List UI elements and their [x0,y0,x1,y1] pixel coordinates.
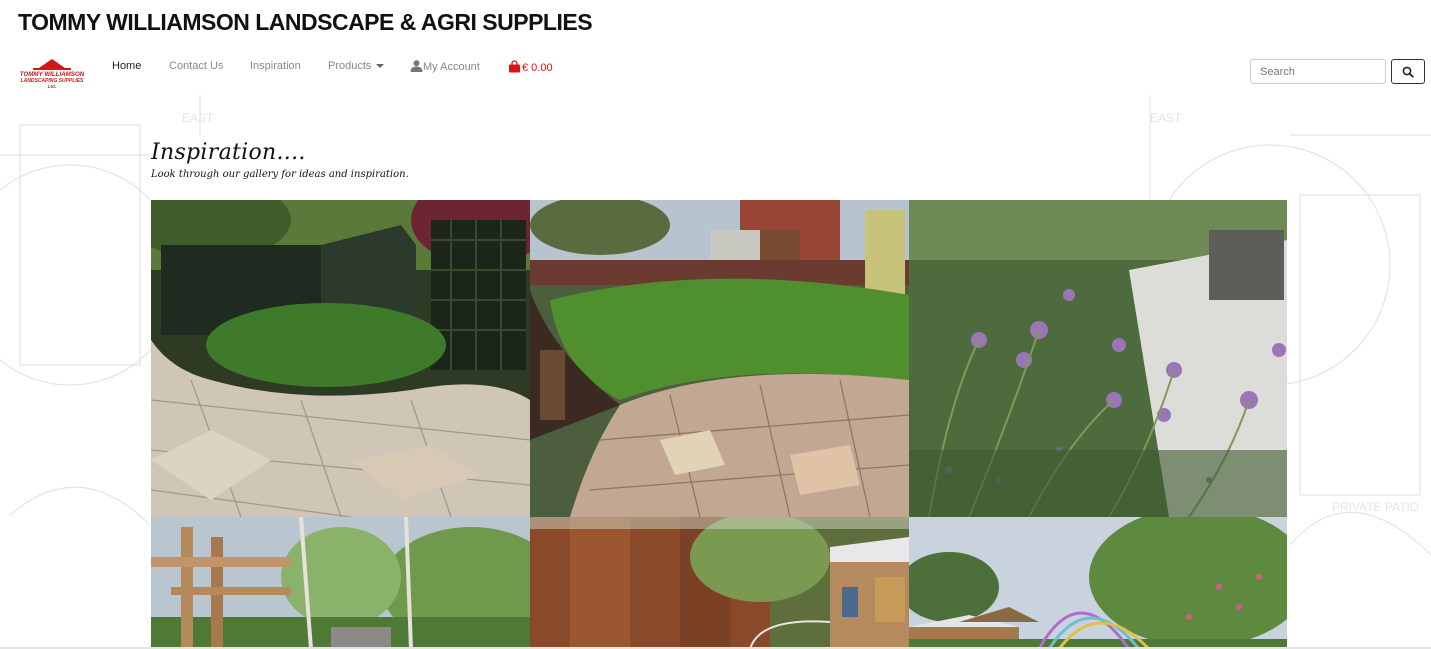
search-button[interactable] [1391,59,1425,84]
gallery-image-cabin-flower-arches[interactable] [909,517,1287,649]
nav-inspiration-label: Inspiration [250,60,301,72]
gallery-image-curved-lawn-pergola[interactable] [530,200,909,517]
search-icon [1402,66,1414,78]
search-input[interactable] [1250,59,1386,84]
nav-my-account-label: My Account [423,61,480,73]
nav-contact-us[interactable]: Contact Us [169,60,223,72]
navbar: TOMMY WILLIAMSON LANDSCAPING SUPPLIES Lt… [0,52,1431,92]
shopping-bag-icon [509,60,520,73]
gallery-image-corten-wall-cabin[interactable] [530,517,909,649]
nav-contact-label: Contact Us [169,60,224,72]
cart-total: € 0.00 [522,62,553,74]
page-title: Inspiration.... [151,140,306,165]
logo-text-line3: Ltd. [48,84,56,89]
svg-text:EAST: EAST [1150,111,1182,125]
nav-inspiration[interactable]: Inspiration [250,60,301,72]
nav-my-account[interactable]: My Account [410,60,480,73]
page-subtitle: Look through our gallery for ideas and i… [151,169,409,180]
svg-text:EAST: EAST [182,111,214,125]
svg-text:PRIVATE PATIO: PRIVATE PATIO [1332,500,1419,514]
nav-home[interactable]: Home [112,60,141,72]
nav-home-label: Home [112,60,142,72]
gallery-image-timber-pergola-birch[interactable] [151,517,530,649]
nav-products-dropdown[interactable]: Products [328,60,385,72]
gallery-image-patio-lawn-shed[interactable] [151,200,530,517]
nav-products-label: Products [328,60,372,72]
nav-cart[interactable]: € 0.00 [508,60,553,74]
logo-text-line1: TOMMY WILLIAMSON [20,71,85,78]
gallery-image-allium-border[interactable] [909,200,1287,517]
inspiration-gallery [151,200,1287,649]
site-title: TOMMY WILLIAMSON LANDSCAPE & AGRI SUPPLI… [18,9,593,35]
page-header: Inspiration.... Look through our gallery… [151,140,409,180]
caret-down-icon [376,64,385,69]
user-icon [410,60,423,72]
company-logo[interactable]: TOMMY WILLIAMSON LANDSCAPING SUPPLIES Lt… [15,56,89,90]
